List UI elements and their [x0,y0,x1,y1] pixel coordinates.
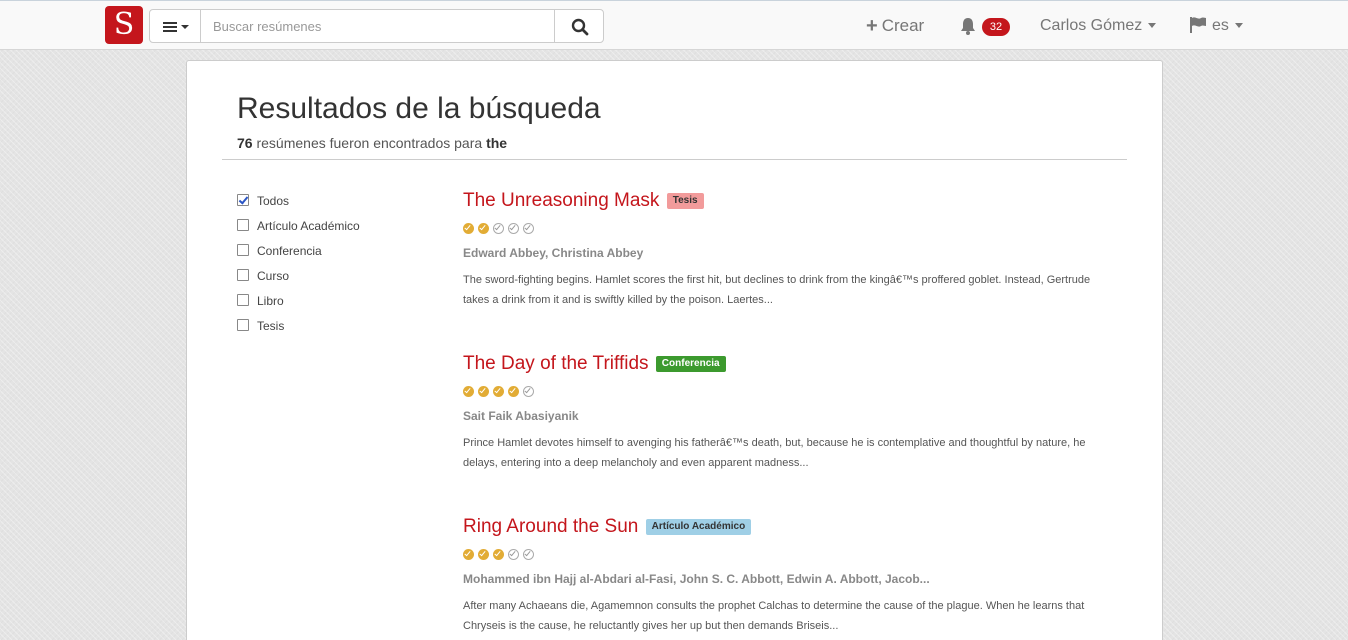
check-circle-icon [508,549,519,561]
create-label: Crear [881,16,925,35]
result-title-link[interactable]: Ring Around the Sun [463,516,638,537]
chevron-down-icon [1234,23,1243,29]
search-button[interactable] [554,9,604,43]
result-description: Prince Hamlet devotes himself to avengin… [463,437,1086,470]
result-type-badge: Conferencia [655,356,726,372]
summary-text: resúmenes fueron encontrados para [256,135,483,151]
filter-checkbox[interactable] [237,319,249,331]
filter-label: Conferencia [257,244,322,258]
filter-label: Libro [257,294,284,308]
check-circle-icon [508,223,519,235]
result-title-link[interactable]: The Day of the Triffids [463,353,649,374]
check-circle-icon [478,386,489,398]
filter-checkbox[interactable] [237,194,249,206]
result-item: Ring Around the Sun Artículo Académico M… [463,515,1113,636]
filter-label: Artículo Académico [257,219,360,233]
check-circle-icon [478,223,489,235]
filter-label: Curso [257,269,290,283]
create-button[interactable]: + Crear [866,16,924,36]
check-circle-icon [463,386,474,398]
filter-checkbox[interactable] [237,219,249,231]
app-logo[interactable]: S [105,6,143,44]
top-navbar: S +Crear 32 Carlos Gómez es [0,0,1348,50]
result-count: 76 [237,135,253,151]
language-code: es [1212,17,1229,34]
plus-icon: + [866,15,878,37]
check-circle-icon [463,223,474,235]
result-authors[interactable]: Edward Abbey, Christina Abbey [463,245,1113,261]
filter-checkbox[interactable] [237,269,249,281]
search-icon [571,18,589,36]
filter-checkbox[interactable] [237,294,249,306]
results-summary: 76 resúmenes fueron encontrados para the [237,133,507,153]
check-circle-icon [493,386,504,398]
check-circle-icon [493,549,504,561]
bell-icon[interactable] [958,16,978,36]
search-input[interactable] [200,9,555,43]
list-icon [163,22,177,32]
check-circle-icon [523,223,534,235]
divider [222,159,1127,160]
result-authors[interactable]: Sait Faik Abasiyanik [463,408,1113,424]
search-query: the [486,135,508,151]
result-title-link[interactable]: The Unreasoning Mask [463,190,659,211]
filter-label: Tesis [257,319,285,333]
chevron-down-icon [1148,23,1157,29]
filter-checkbox[interactable] [237,244,249,256]
check-circle-icon [523,386,534,398]
result-item: The Day of the Triffids Conferencia Sait… [463,352,1113,473]
result-type-badge: Artículo Académico [645,519,752,535]
page-title: Resultados de la búsqueda [237,92,601,125]
check-circle-icon [478,549,489,561]
result-authors[interactable]: Mohammed ibn Hajj al-Abdari al-Fasi, Joh… [463,571,1113,587]
rating [463,221,1113,235]
chevron-down-icon [181,25,189,29]
categories-menu-button[interactable] [149,9,201,43]
result-description: After many Achaeans die, Agamemnon consu… [463,600,1085,633]
result-item: The Unreasoning Mask Tesis Edward Abbey,… [463,189,1113,310]
filter-label: Todos [257,194,290,208]
result-type-badge: Tesis [666,193,704,209]
result-description: The sword-fighting begins. Hamlet scores… [463,274,1091,307]
check-circle-icon [523,549,534,561]
notification-badge[interactable]: 32 [982,18,1010,36]
flag-icon [1190,17,1206,33]
rating [463,547,1113,561]
user-menu[interactable]: Carlos Gómez [1040,16,1157,36]
check-circle-icon [493,223,504,235]
language-menu[interactable]: es [1189,16,1243,36]
search-results-panel: Resultados de la búsqueda 76 resúmenes f… [186,60,1163,640]
user-name: Carlos Gómez [1040,17,1143,34]
check-circle-icon [463,549,474,561]
check-circle-icon [508,386,519,398]
rating [463,384,1113,398]
